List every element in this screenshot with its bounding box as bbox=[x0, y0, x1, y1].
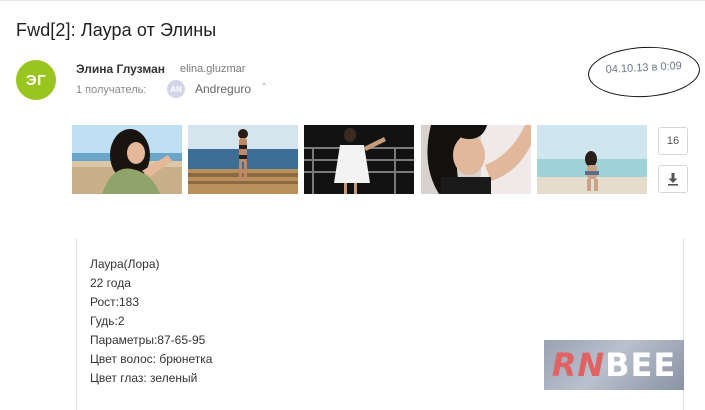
body-line: 22 года bbox=[90, 276, 131, 290]
attachments-count: 16 bbox=[666, 135, 680, 147]
recipients-label: 1 получатель: bbox=[76, 84, 147, 96]
attachments-count-button[interactable]: 16 bbox=[658, 127, 688, 155]
sender-email[interactable]: elina.gluzmar bbox=[180, 63, 245, 75]
message-date: 04.10.13 в 0:09 bbox=[605, 60, 683, 76]
attachment-thumbnail-4[interactable] bbox=[421, 125, 531, 194]
message-body: Лаура(Лора) 22 года Рост:183 Гудь:2 Пара… bbox=[90, 255, 212, 388]
recipient-name[interactable]: Andreguro bbox=[195, 82, 251, 96]
attachment-thumbnail-2[interactable] bbox=[188, 125, 298, 194]
body-line: Рост:183 bbox=[90, 295, 140, 309]
watermark-part-2: BEE bbox=[605, 346, 677, 384]
watermark-logo: RN BEE bbox=[544, 340, 684, 390]
body-line: Цвет глаз: зеленый bbox=[90, 371, 198, 385]
body-line: Гудь:2 bbox=[90, 314, 125, 328]
attachment-thumbnail-3[interactable] bbox=[304, 125, 414, 194]
attachment-thumbnail-1[interactable] bbox=[72, 125, 182, 194]
download-all-button[interactable] bbox=[658, 165, 688, 193]
watermark-part-1: RN bbox=[551, 346, 606, 384]
date-annotation-circle: 04.10.13 в 0:09 bbox=[586, 44, 702, 100]
body-line: Цвет волос: брюнетка bbox=[90, 352, 213, 366]
sender-avatar[interactable]: ЭГ bbox=[16, 60, 56, 100]
body-line: Параметры:87-65-95 bbox=[90, 333, 206, 347]
top-divider bbox=[0, 0, 705, 1]
sender-name[interactable]: Элина Глузман bbox=[76, 62, 165, 76]
message-subject: Fwd[2]: Лаура от Элины bbox=[16, 20, 217, 40]
download-icon bbox=[668, 173, 678, 186]
chevron-up-icon[interactable]: ⌃ bbox=[260, 82, 268, 93]
body-line: Лаура(Лора) bbox=[90, 257, 160, 271]
recipient-avatar: AN bbox=[167, 80, 185, 98]
attachment-thumbnail-5[interactable] bbox=[537, 125, 647, 194]
